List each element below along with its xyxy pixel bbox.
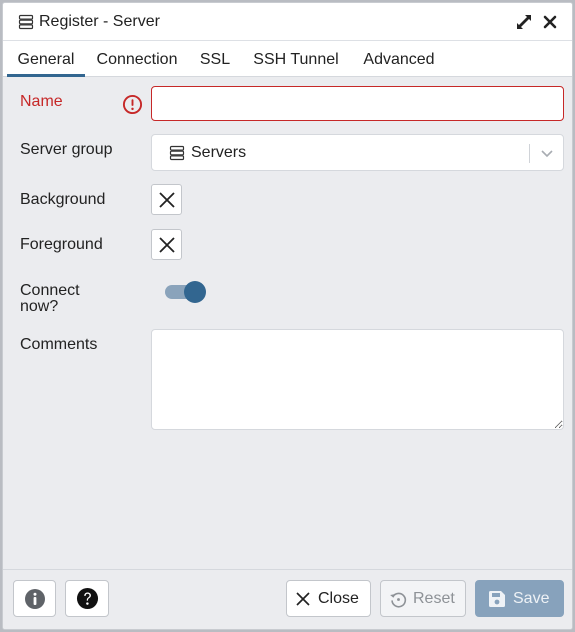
reset-button[interactable]: Reset [380,580,466,617]
close-button[interactable]: Close [286,580,371,617]
close-icon[interactable] [540,12,560,32]
background-color-picker[interactable] [151,184,182,215]
name-input[interactable] [151,86,564,121]
connect-now-label-line2: now? [20,298,59,315]
close-button-label: Close [318,590,359,607]
dialog-footer: Close Reset Save [3,569,572,629]
foreground-color-picker[interactable] [151,229,182,260]
save-button-label: Save [513,590,550,607]
x-icon [159,192,175,208]
x-icon [159,237,175,253]
reset-button-label: Reset [413,590,455,607]
foreground-label: Foreground [20,236,103,253]
server-group-label: Server group [20,141,113,158]
connect-now-toggle[interactable] [165,281,207,303]
title-bar[interactable]: Register - Server [3,3,572,41]
dialog-title: Register - Server [39,13,160,30]
server-group-value: Servers [191,144,247,161]
expand-icon[interactable] [514,12,534,32]
save-icon [489,591,505,607]
tab-general[interactable]: General [7,41,85,77]
tab-ssh-tunnel[interactable]: SSH Tunnel [251,41,341,77]
info-icon [25,589,45,609]
select-divider [529,144,530,163]
reset-icon [390,592,407,608]
register-server-dialog: Register - Server General Connection SSL… [2,2,573,630]
error-icon [122,94,143,115]
x-icon [296,592,310,606]
server-icon [169,145,185,161]
connect-now-label-line1: Connect [20,282,80,299]
save-button[interactable]: Save [475,580,564,617]
toggle-knob [184,281,206,303]
name-label: Name [20,93,63,110]
help-button[interactable] [65,580,109,617]
tab-advanced[interactable]: Advanced [359,41,439,77]
server-group-select[interactable]: Servers [151,134,564,171]
tab-ssl[interactable]: SSL [198,41,232,77]
help-icon [76,587,99,610]
server-icon [18,14,34,30]
comments-textarea[interactable] [151,329,564,430]
tab-connection[interactable]: Connection [91,41,183,77]
background-label: Background [20,191,106,208]
tab-bar: General Connection SSL SSH Tunnel Advanc… [3,41,572,77]
chevron-down-icon[interactable] [539,145,555,161]
info-button[interactable] [13,580,56,617]
comments-label: Comments [20,336,98,353]
